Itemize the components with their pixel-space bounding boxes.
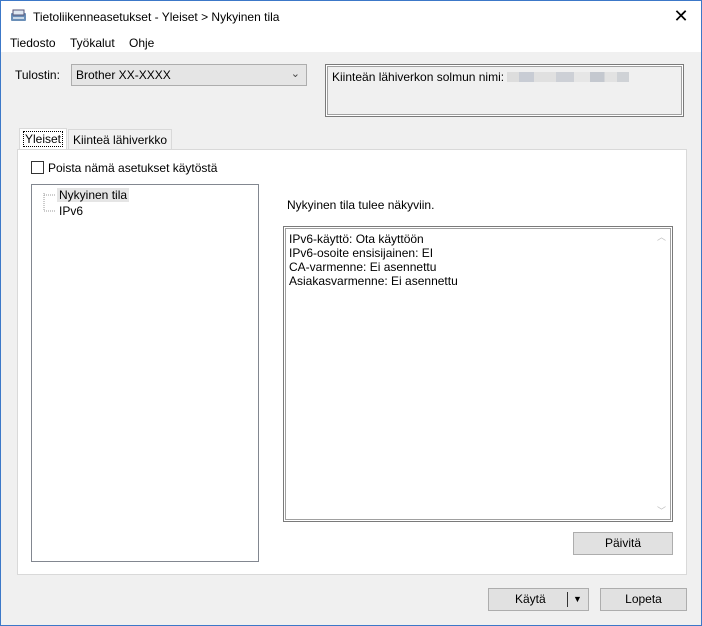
quit-button[interactable]: Lopeta	[600, 588, 687, 611]
status-heading: Nykyinen tila tulee näkyviin.	[287, 198, 435, 212]
dropdown-arrow-icon[interactable]: ▼	[573, 589, 582, 610]
menu-tyokalut[interactable]: Työkalut	[70, 36, 115, 50]
status-text[interactable]: IPv6-käyttö: Ota käyttöön IPv6-osoite en…	[283, 226, 673, 522]
printer-select[interactable]: Brother XX-XXXX ⌄	[71, 64, 307, 86]
status-line: Asiakasvarmenne: Ei asennettu	[289, 274, 458, 288]
node-name-box: Kiinteän lähiverkon solmun nimi:	[325, 64, 684, 117]
refresh-button[interactable]: Päivitä	[573, 532, 673, 555]
node-name-redacted	[507, 72, 630, 82]
tab-panel: Poista nämä asetukset käytöstä Nykyinen …	[17, 149, 687, 575]
tab-yleiset[interactable]: Yleiset	[19, 128, 68, 150]
vertical-scrollbar[interactable]: ︿ ﹀	[654, 230, 669, 518]
apply-label: Käytä	[515, 592, 546, 606]
printer-label: Tulostin:	[15, 68, 60, 82]
disable-settings-label: Poista nämä asetukset käytöstä	[48, 161, 218, 175]
status-line: CA-varmenne: Ei asennettu	[289, 260, 437, 274]
menu-bar: Tiedosto Työkalut Ohje	[1, 33, 701, 52]
chevron-down-icon: ⌄	[290, 68, 300, 80]
node-name-label: Kiinteän lähiverkon solmun nimi:	[332, 70, 505, 84]
scroll-up-icon[interactable]: ︿	[657, 230, 666, 244]
status-line: IPv6-käyttö: Ota käyttöön	[289, 232, 424, 246]
close-button[interactable]: ✕	[669, 5, 693, 29]
tree-item-ipv6[interactable]: IPv6	[57, 204, 85, 218]
title-bar: Tietoliikenneasetukset - Yleiset > Nykyi…	[1, 1, 701, 33]
printer-value: Brother XX-XXXX	[76, 68, 171, 82]
settings-tree: Nykyinen tila IPv6	[31, 184, 259, 562]
window: Tietoliikenneasetukset - Yleiset > Nykyi…	[0, 0, 702, 626]
menu-tiedosto[interactable]: Tiedosto	[10, 36, 56, 50]
window-title: Tietoliikenneasetukset - Yleiset > Nykyi…	[33, 10, 280, 24]
network-settings-icon	[11, 9, 26, 21]
tab-kiintea-lahiverkko[interactable]: Kiinteä lähiverkko	[68, 129, 173, 150]
split-divider	[567, 592, 568, 607]
menu-ohje[interactable]: Ohje	[129, 36, 154, 50]
apply-button[interactable]: Käytä ▼	[488, 588, 589, 611]
status-line: IPv6-osoite ensisijainen: EI	[289, 246, 434, 260]
scroll-down-icon[interactable]: ﹀	[657, 504, 666, 518]
tree-lines	[43, 193, 55, 212]
tree-item-nykyinen-tila[interactable]: Nykyinen tila	[57, 188, 130, 202]
tab-label: Kiinteä lähiverkko	[73, 133, 168, 147]
tab-label: Yleiset	[22, 131, 64, 147]
disable-settings-checkbox[interactable]	[31, 161, 44, 174]
